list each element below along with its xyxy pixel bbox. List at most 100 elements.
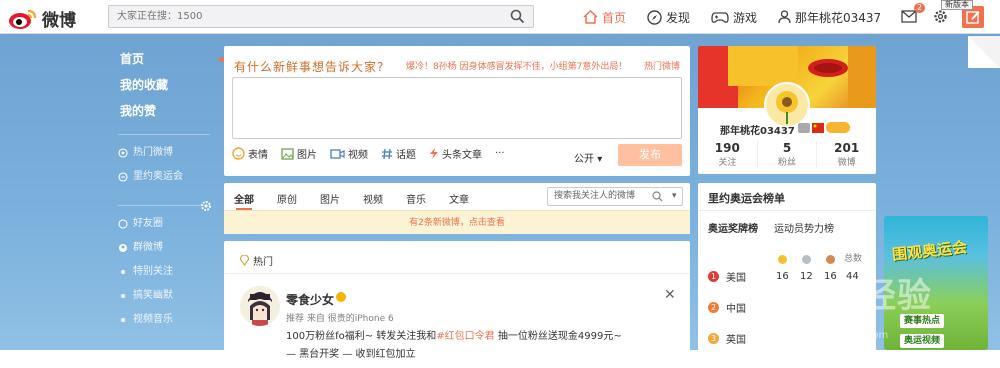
sidebar-settings-icon[interactable]: [200, 200, 212, 212]
total-header: 总数: [844, 254, 863, 264]
lightning-icon: [430, 148, 438, 159]
mail-icon[interactable]: [901, 10, 917, 23]
tab-video[interactable]: 视频: [363, 191, 383, 206]
search-input[interactable]: [109, 6, 499, 27]
rank-badge: 2: [708, 302, 719, 313]
publish-button[interactable]: 发布: [618, 144, 682, 166]
nav-home[interactable]: 首页: [583, 0, 626, 34]
more-button[interactable]: ···: [495, 148, 505, 159]
publisher-title: 有什么新鲜事想告诉大家?: [234, 60, 385, 74]
nav-discover-label: 发现: [666, 10, 691, 25]
weibo-logo[interactable]: 微博: [8, 6, 76, 31]
rank-badge: 3: [708, 333, 719, 344]
post-text-part: 100万粉丝fo福利~ 转发关注我和: [286, 331, 437, 342]
topic-button[interactable]: 话题: [381, 146, 416, 161]
emoji-label: 表情: [248, 150, 268, 161]
sidebar-item-special[interactable]: 特别关注: [104, 260, 220, 284]
group-icon: [118, 243, 128, 253]
post-meta: 推荐 来自 很贵的iPhone 6: [286, 314, 394, 324]
video-button[interactable]: 视频: [330, 146, 368, 161]
topic-label: 话题: [396, 150, 416, 161]
hot-weibo-link[interactable]: 热门微博: [644, 59, 680, 72]
gamepad-icon: [711, 11, 729, 23]
article-label: 头条文章: [442, 150, 482, 161]
profile-stats: 190 关注 5 粉丝 201 微博: [698, 141, 876, 168]
close-icon[interactable]: ✕: [664, 287, 676, 303]
olympics-title: 里约奥运会榜单: [708, 192, 785, 205]
sidebar-item-likes[interactable]: 我的赞: [104, 98, 220, 124]
emoji-button[interactable]: 表情: [232, 146, 268, 161]
nav-user[interactable]: 那年桃花03437: [778, 0, 881, 34]
feed-search-input[interactable]: 搜索我关注人的微博 ▾: [547, 187, 683, 206]
profile-name[interactable]: 那年桃花03437: [720, 122, 795, 137]
sunflower-icon: [776, 91, 798, 124]
nav-game-label: 游戏: [733, 10, 758, 25]
sidebar-item-label: 群微博: [133, 242, 163, 253]
country-name: 英国: [726, 335, 746, 346]
tab-medals[interactable]: 奥运奖牌榜: [708, 220, 758, 235]
chevron-down-icon: ▾: [597, 154, 603, 165]
sidebar-item-funny[interactable]: 搞笑幽默: [104, 284, 220, 308]
sidebar-item-favorites[interactable]: 我的收藏: [104, 72, 220, 98]
image-button[interactable]: 图片: [281, 146, 317, 161]
post-topic-link[interactable]: #红包口令君: [436, 331, 494, 342]
publisher-textarea[interactable]: [232, 77, 682, 139]
visibility-select[interactable]: 公开 ▾: [574, 150, 602, 165]
vip-badge-icon: [798, 123, 810, 133]
watermark-logo: Baidu经验: [748, 276, 933, 316]
sidebar-item-home[interactable]: 首页: [104, 46, 224, 72]
nav-game[interactable]: 游戏: [711, 0, 757, 34]
stat-posts[interactable]: 201 微博: [817, 141, 876, 168]
stat-followers[interactable]: 5 粉丝: [758, 141, 818, 168]
sidebar-item-group[interactable]: 群微博: [104, 236, 220, 260]
post-author[interactable]: 零食少女: [286, 291, 334, 308]
stat-following[interactable]: 190 关注: [698, 141, 758, 168]
tab-article[interactable]: 文章: [449, 191, 469, 206]
nav-discover[interactable]: 发现: [647, 0, 690, 34]
sidebar-item-rio[interactable]: 里约奥运会: [104, 165, 220, 189]
tab-athletes[interactable]: 运动员势力榜: [774, 220, 834, 235]
avatar[interactable]: [240, 286, 280, 326]
tab-image[interactable]: 图片: [320, 191, 340, 206]
post-body-line2: — 黑台开奖 — 收到红包加立: [286, 349, 416, 360]
article-button[interactable]: 头条文章: [429, 146, 482, 161]
compass-icon: [647, 9, 662, 25]
image-label: 图片: [297, 150, 317, 161]
sidebar-item-label: 热门微博: [133, 147, 173, 158]
tab-all[interactable]: 全部: [234, 191, 254, 210]
promo-video-button[interactable]: 奥运视频: [900, 334, 945, 348]
image-icon: [281, 147, 294, 160]
dot-icon: [118, 267, 128, 277]
bronze-medal-icon: [826, 255, 835, 264]
feed-tabs-card: 全部 原创 图片 视频 音乐 文章 搜索我关注人的微博 ▾ 有2条新微博，点击查…: [224, 183, 690, 234]
new-posts-notice[interactable]: 有2条新微博，点击查看: [224, 210, 690, 234]
avatar-image: [240, 286, 280, 326]
tab-music[interactable]: 音乐: [406, 191, 426, 206]
feed-search-placeholder: 搜索我关注人的微博: [554, 191, 636, 201]
user-icon: [778, 10, 791, 24]
sidebar-item-friends[interactable]: 好友圈: [104, 212, 220, 236]
nav-home-label: 首页: [602, 10, 627, 25]
home-icon: [583, 10, 598, 24]
page-corner-fold[interactable]: [968, 36, 1000, 68]
gear-icon[interactable]: [933, 9, 948, 24]
logo-text: 微博: [42, 11, 76, 31]
dot-icon: [118, 291, 128, 301]
sidebar-item-label: 视频音乐: [133, 314, 173, 325]
emoji-icon: [232, 147, 245, 160]
post-text-part: 抽一位粉丝送现金4999元~: [494, 331, 622, 342]
sidebar-item-hot[interactable]: 热门微博: [104, 141, 220, 165]
left-sidebar: 首页 我的收藏 我的赞 热门微博 里约奥运会 好友圈 群微博 特别关注 搞笑幽默…: [104, 46, 224, 332]
sidebar-item-label: 里约奥运会: [133, 171, 183, 182]
hot-topic-link[interactable]: 爆冷！8孙杨 因身体感冒发挥不佳，小组第7意外出局！: [406, 59, 627, 72]
tab-original[interactable]: 原创: [277, 191, 297, 206]
sidebar-item-label: 特别关注: [133, 266, 173, 277]
chevron-down-icon: ▾: [672, 191, 677, 201]
more-label: ···: [495, 148, 505, 159]
rank-badge: 1: [708, 271, 719, 282]
sidebar-item-label: 搞笑幽默: [133, 290, 173, 301]
search-icon[interactable]: [510, 9, 525, 24]
friends-icon: [118, 219, 128, 229]
sidebar-item-music[interactable]: 视频音乐: [104, 308, 220, 332]
silver-medal-icon: [802, 255, 811, 264]
